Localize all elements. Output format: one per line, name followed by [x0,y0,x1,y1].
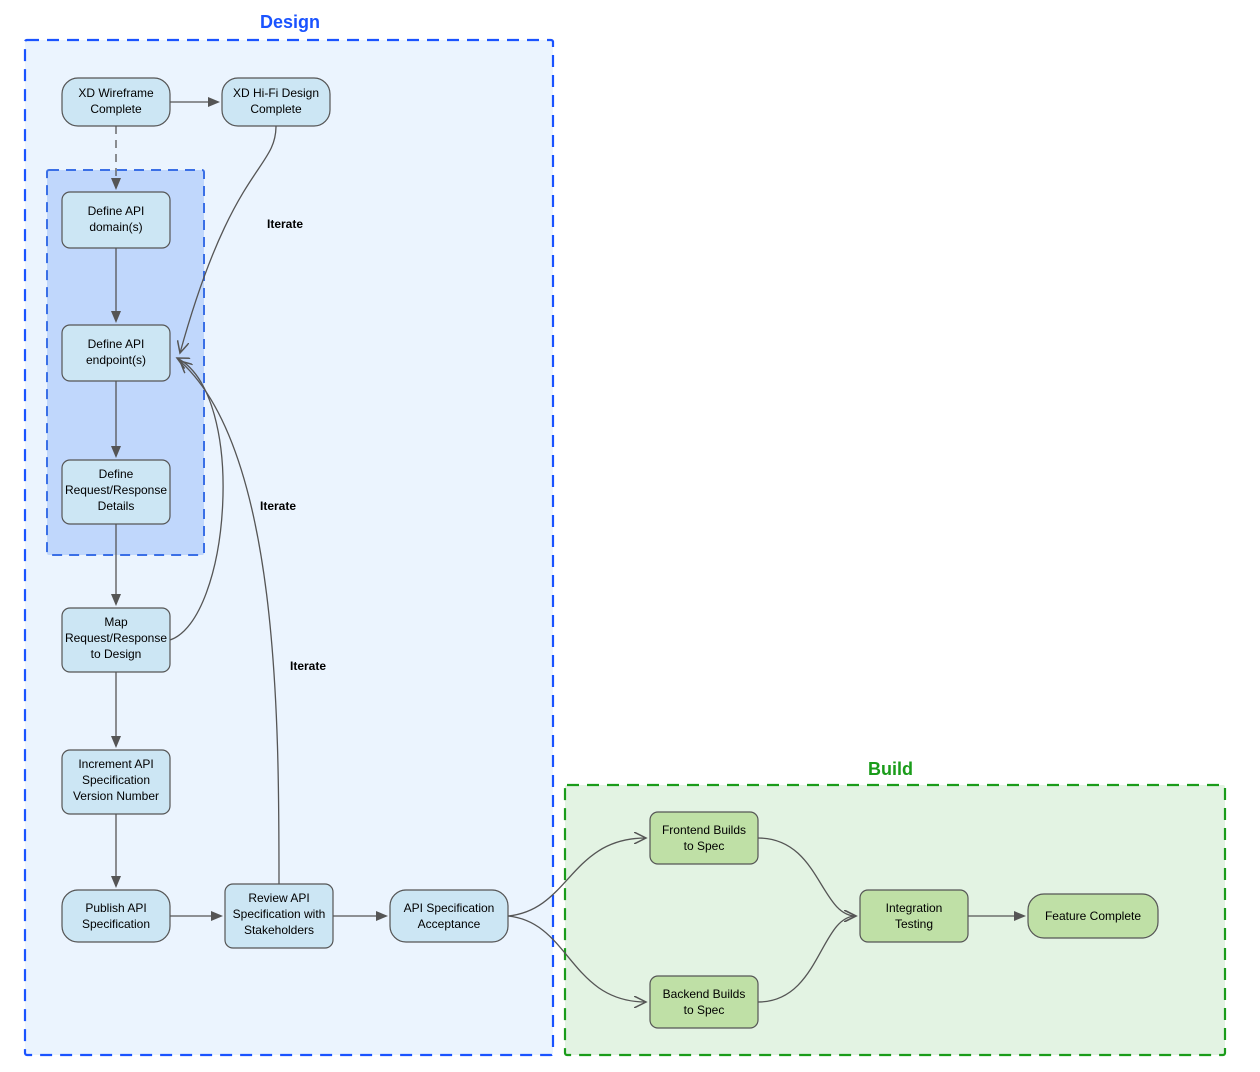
svg-text:Backend Builds: Backend Builds [663,987,746,1001]
svg-text:Frontend Builds: Frontend Builds [662,823,746,837]
node-define-details: Define Request/Response Details [62,460,170,524]
node-integration: Integration Testing [860,890,968,942]
label-iterate-2: Iterate [260,499,296,513]
node-increment-version: Increment API Specification Version Numb… [62,750,170,814]
svg-text:API Specification: API Specification [404,901,495,915]
svg-text:Specification: Specification [82,773,150,787]
svg-text:Feature Complete: Feature Complete [1045,909,1141,923]
node-hifi: XD Hi-Fi Design Complete [222,78,330,126]
node-acceptance: API Specification Acceptance [390,890,508,942]
svg-text:XD Hi-Fi Design: XD Hi-Fi Design [233,86,319,100]
node-define-domain: Define API domain(s) [62,192,170,248]
node-backend: Backend Builds to Spec [650,976,758,1028]
node-define-endpoints: Define API endpoint(s) [62,325,170,381]
group-design-title: Design [260,12,320,32]
svg-text:Version Number: Version Number [73,789,159,803]
svg-text:to Design: to Design [91,647,142,661]
flowchart-canvas: Design Build XD Wireframe Complete XD Hi… [0,0,1260,1072]
node-review: Review API Specification with Stakeholde… [225,884,333,948]
label-iterate-1: Iterate [267,217,303,231]
node-feature-complete: Feature Complete [1028,894,1158,938]
group-build-title: Build [868,759,913,779]
svg-text:Define API: Define API [88,204,145,218]
svg-text:Details: Details [98,499,135,513]
svg-text:Specification with: Specification with [233,907,326,921]
svg-text:to Spec: to Spec [684,839,725,853]
svg-text:Define API: Define API [88,337,145,351]
label-iterate-3: Iterate [290,659,326,673]
svg-text:XD Wireframe: XD Wireframe [78,86,154,100]
svg-text:Request/Response: Request/Response [65,631,167,645]
svg-text:Review API: Review API [248,891,309,905]
svg-text:endpoint(s): endpoint(s) [86,353,146,367]
svg-text:Specification: Specification [82,917,150,931]
svg-text:Increment API: Increment API [78,757,153,771]
svg-text:to Spec: to Spec [684,1003,725,1017]
node-wireframe: XD Wireframe Complete [62,78,170,126]
svg-text:Complete: Complete [90,102,142,116]
node-publish: Publish API Specification [62,890,170,942]
svg-text:Stakeholders: Stakeholders [244,923,314,937]
svg-text:Map: Map [104,615,128,629]
svg-text:Testing: Testing [895,917,933,931]
svg-text:Define: Define [99,467,134,481]
svg-text:Acceptance: Acceptance [418,917,481,931]
svg-text:Request/Response: Request/Response [65,483,167,497]
svg-text:domain(s): domain(s) [89,220,142,234]
node-frontend: Frontend Builds to Spec [650,812,758,864]
node-map-design: Map Request/Response to Design [62,608,170,672]
svg-text:Publish API: Publish API [85,901,146,915]
svg-text:Integration: Integration [886,901,943,915]
svg-text:Complete: Complete [250,102,302,116]
